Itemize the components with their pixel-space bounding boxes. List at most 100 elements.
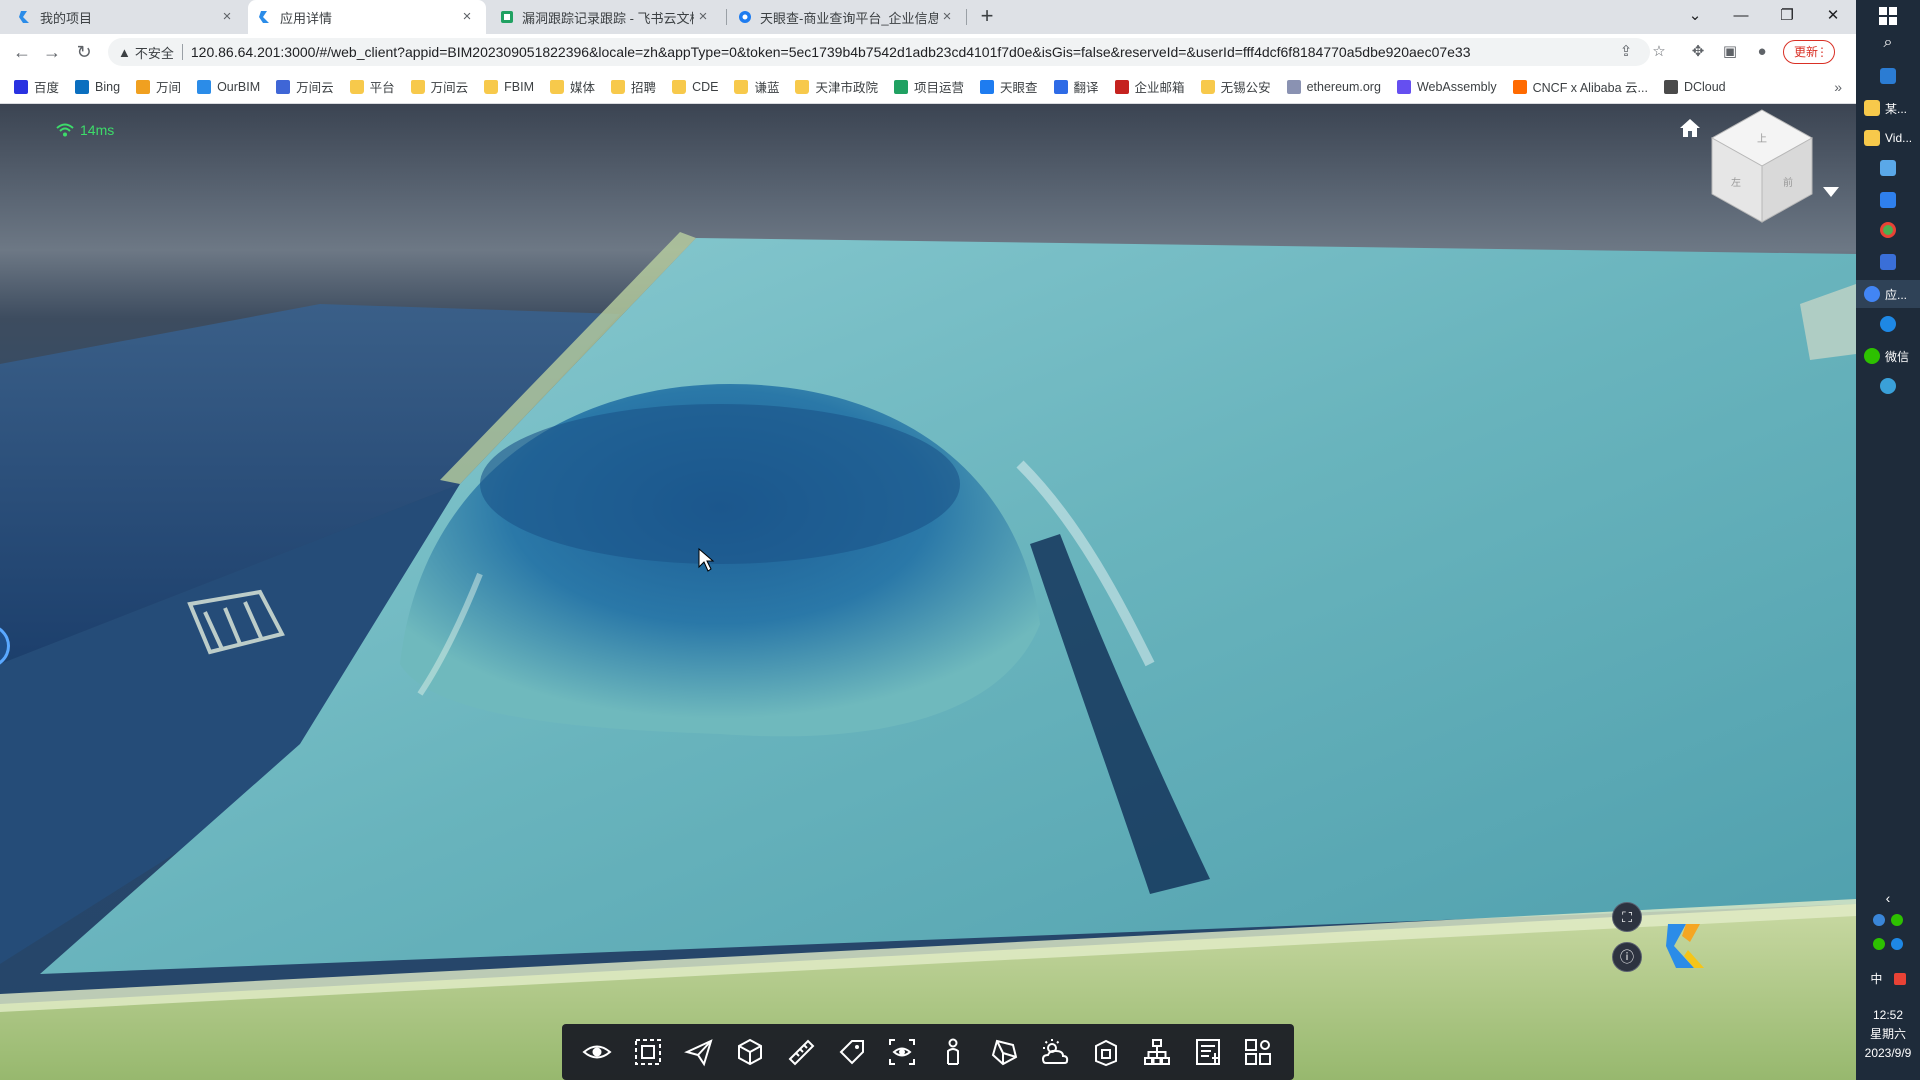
close-icon[interactable]: × [218,8,236,26]
info-icon[interactable]: ⓘ [1612,942,1642,972]
viewpoint-tool[interactable] [884,1034,920,1070]
bookmark-item[interactable]: CDE [672,79,718,94]
home-icon[interactable] [1679,118,1701,138]
update-button[interactable]: 更新 ⋮ [1783,40,1835,64]
input-method-indicator[interactable]: 中 [1856,970,1920,987]
bookmark-label: 天津市政院 [815,81,878,95]
view-cube[interactable]: 上 左 前 [1708,106,1816,226]
bookmark-label: Bing [95,79,121,94]
bookmark-label: OurBIM [217,79,261,94]
vscode-icon[interactable] [1856,192,1920,211]
photos-app-icon[interactable] [1856,68,1920,87]
tab-search-dropdown[interactable]: ⌄ [1672,0,1718,34]
system-clock[interactable]: 12:52 星期六 2023/9/9 [1856,1006,1920,1063]
windows-start-icon[interactable] [1878,6,1898,26]
taskbar-item-chrome[interactable]: 应... [1856,280,1920,308]
bookmark-item[interactable]: 万间云 [276,77,334,96]
explode-tool[interactable] [1088,1034,1124,1070]
app-icon[interactable] [1856,378,1920,397]
bookmark-item[interactable]: 天眼查 [980,77,1038,96]
taskbar-item-wechat[interactable]: 微信 [1856,342,1920,370]
search-icon[interactable]: ⌕ [1856,34,1920,52]
viewpoint-eye-icon [889,1039,916,1065]
bookmark-item[interactable]: OurBIM [197,79,261,94]
bookmark-item[interactable]: 无锡公安 [1200,77,1271,96]
structure-tree-tool[interactable] [1139,1034,1175,1070]
properties-tool[interactable] [1190,1034,1226,1070]
bookmark-item[interactable]: CNCF x Alibaba 云... [1512,77,1648,96]
bookmark-label: 项目运营 [914,81,965,95]
folder-icon [410,79,425,94]
profile-icon[interactable]: ● [1750,40,1774,64]
chevron-left-icon[interactable]: ‹ [1856,890,1920,906]
bookmark-item[interactable]: 招聘 [611,77,656,96]
tray-icons[interactable] [1856,914,1920,929]
folder-icon [734,79,749,94]
bookmark-item[interactable]: 万间云 [410,77,468,96]
bookmark-item[interactable]: 企业邮箱 [1114,77,1185,96]
windows-taskbar: ⌕ 某... Vid... 应... 微信 ‹ 中 12:52 星期六 2023… [1856,0,1920,1080]
walk-tool[interactable] [935,1034,971,1070]
weather-tool[interactable] [1037,1034,1073,1070]
app-icon[interactable] [1856,316,1920,335]
frame-select-tool[interactable] [630,1034,666,1070]
bookmark-label: 谦蓝 [754,81,780,95]
minimize-button[interactable]: — [1718,0,1764,34]
bookmark-item[interactable]: 媒体 [550,77,595,96]
tray-icons[interactable] [1856,938,1920,953]
taskbar-item-videos[interactable]: Vid... [1856,124,1920,152]
side-panel-icon[interactable]: ▣ [1718,40,1742,64]
close-window-button[interactable]: ✕ [1810,0,1856,34]
bookmark-label: 翻译 [1073,81,1099,95]
bookmark-item[interactable]: 谦蓝 [734,77,779,96]
forward-icon[interactable]: → [40,40,64,64]
tab-app-details[interactable]: 应用详情 × [248,0,486,34]
bookmark-item[interactable]: 百度 [14,77,59,96]
tab-my-projects[interactable]: 我的项目 × [8,0,246,34]
measure-tool[interactable] [783,1034,819,1070]
bookmark-item[interactable]: FBIM [484,79,534,94]
bookmark-item[interactable]: Bing [75,79,121,94]
section-box-tool[interactable] [732,1034,768,1070]
bookmark-label: WebAssembly [1416,79,1497,94]
bookmark-item[interactable]: 天津市政院 [795,77,878,96]
tab-tianyancha[interactable]: 天眼查-商业查询平台_企业信息查询 × [728,0,966,34]
taskbar-item-folder[interactable]: 某... [1856,94,1920,122]
bookmark-item[interactable]: DCloud [1663,79,1726,94]
close-icon[interactable]: × [458,8,476,26]
bookmark-item[interactable]: WebAssembly [1396,79,1497,94]
chevron-down-icon[interactable] [1822,186,1840,198]
hierarchy-icon [1143,1039,1170,1065]
back-icon[interactable]: ← [10,40,34,64]
bookmark-star-icon[interactable]: ☆ [1648,41,1670,63]
bookmarks-overflow-icon[interactable]: » [1834,79,1842,95]
menu-dots-icon[interactable]: ⋮ [1816,41,1828,63]
address-bar[interactable]: ▲ 不安全 120.86.64.201:3000/#/web_client?ap… [108,38,1650,66]
fullscreen-icon[interactable]: ⛶ [1612,902,1642,932]
bookmark-item[interactable]: 万间 [136,77,181,96]
chrome-icon[interactable] [1856,222,1920,241]
share-icon[interactable]: ⇪ [1615,41,1637,63]
roam-tool[interactable] [681,1034,717,1070]
extensions-icon[interactable]: ✥ [1686,40,1710,64]
person-icon [947,1038,960,1065]
app-icon[interactable] [1856,160,1920,179]
visibility-tool[interactable] [579,1034,615,1070]
app-icon[interactable] [1856,254,1920,273]
material-tool[interactable] [986,1034,1022,1070]
new-tab-button[interactable]: + [975,5,999,28]
bookmark-item[interactable]: 翻译 [1053,77,1099,96]
explode-box-icon [1094,1039,1117,1067]
tag-tool[interactable] [834,1034,870,1070]
restore-button[interactable]: ❐ [1764,0,1810,34]
bookmark-item[interactable]: 项目运营 [894,77,964,96]
bookmark-item[interactable]: ethereum.org [1286,79,1381,94]
close-icon[interactable]: × [694,8,712,26]
bookmark-item[interactable]: 平台 [349,77,395,96]
reload-icon[interactable]: ↻ [72,40,96,64]
close-icon[interactable]: × [938,8,956,26]
more-tools[interactable] [1240,1034,1276,1070]
3d-viewport[interactable]: 14ms 上 左 前 ⛶ ⓘ [0,104,1856,1080]
url-text[interactable]: 120.86.64.201:3000/#/web_client?appid=BI… [191,44,1650,60]
tab-feishu-doc[interactable]: 漏洞跟踪记录跟踪 - 飞书云文档 × [490,0,722,34]
